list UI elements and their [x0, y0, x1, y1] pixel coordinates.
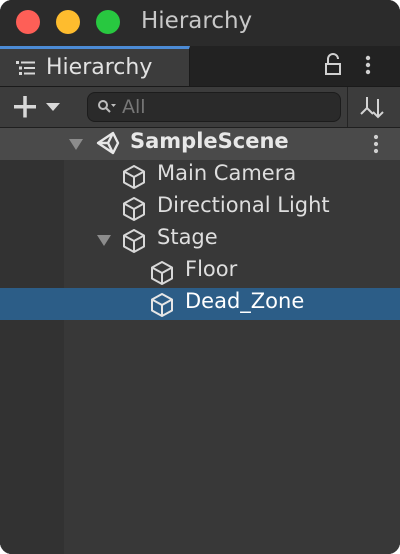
tree-item-main-camera[interactable]: Main Camera — [0, 160, 400, 192]
tab-hierarchy[interactable]: Hierarchy — [0, 46, 190, 86]
tree-item-label: Dead_Zone — [185, 289, 305, 313]
more-vertical-icon[interactable] — [362, 53, 374, 77]
tree-item-label: Stage — [157, 225, 218, 249]
plus-icon — [14, 96, 36, 118]
tree-item-directional-light[interactable]: Directional Light — [0, 192, 400, 224]
cube-icon — [123, 197, 145, 221]
expand-arrow-icon[interactable] — [68, 137, 84, 151]
maximize-window-button[interactable] — [96, 10, 120, 34]
search-field[interactable] — [87, 92, 341, 122]
unity-logo-icon — [96, 131, 120, 155]
tree-item-label: Directional Light — [157, 193, 330, 217]
cube-icon — [151, 261, 173, 285]
cube-icon — [151, 293, 173, 317]
toolbar — [0, 87, 400, 128]
tree-item-floor[interactable]: Floor — [0, 256, 400, 288]
list-icon — [16, 61, 35, 75]
tab-label: Hierarchy — [46, 55, 153, 80]
tree-item-dead-zone[interactable]: Dead_Zone — [0, 288, 400, 320]
search-icon — [98, 100, 116, 113]
hierarchy-tree: SampleScene Main Camera Directional Ligh… — [0, 128, 400, 554]
window-title: Hierarchy — [141, 8, 253, 34]
chevron-down-icon — [46, 103, 60, 111]
tree-item-label: Floor — [185, 257, 238, 281]
expand-arrow-icon[interactable] — [96, 233, 112, 247]
scene-row[interactable]: SampleScene — [0, 128, 400, 160]
search-input[interactable] — [122, 94, 332, 120]
sort-icon[interactable] — [358, 93, 386, 121]
tree-item-label: Main Camera — [157, 161, 297, 185]
close-window-button[interactable] — [16, 10, 40, 34]
cube-icon — [123, 229, 145, 253]
cube-icon — [123, 165, 145, 189]
title-bar: Hierarchy — [0, 0, 400, 47]
tree-item-stage[interactable]: Stage — [0, 224, 400, 256]
hierarchy-window: Hierarchy Hierarchy All SampleScene Main… — [0, 0, 400, 554]
lock-icon[interactable] — [323, 53, 343, 77]
add-object-button[interactable] — [10, 93, 66, 121]
scene-name: SampleScene — [130, 129, 289, 153]
more-vertical-icon[interactable] — [371, 132, 381, 156]
minimize-window-button[interactable] — [56, 10, 80, 34]
toolbar-divider — [347, 87, 348, 127]
